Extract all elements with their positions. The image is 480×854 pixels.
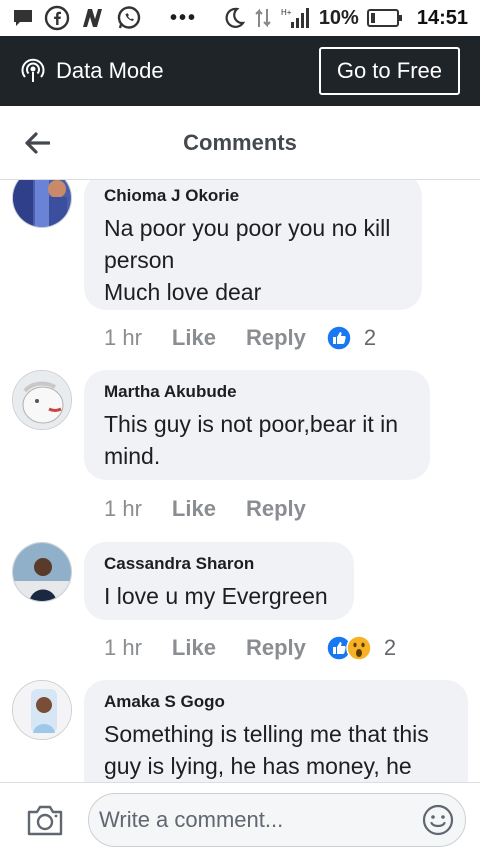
do-not-disturb-moon-icon bbox=[223, 7, 245, 29]
status-bar: ••• H+ 10% 14:51 bbox=[0, 0, 480, 36]
back-arrow-icon bbox=[25, 132, 50, 154]
whatsapp-notification-icon bbox=[116, 5, 142, 31]
go-to-free-button[interactable]: Go to Free bbox=[318, 47, 460, 95]
reaction-summary[interactable] bbox=[326, 325, 352, 351]
comment-timestamp[interactable]: 1 hr bbox=[104, 325, 142, 351]
emoji-icon[interactable] bbox=[421, 803, 455, 837]
comment-bubble[interactable]: Martha Akubude This guy is not poor,bear… bbox=[84, 370, 430, 480]
back-button[interactable] bbox=[22, 128, 52, 158]
comment-actions: 1 hr Like Reply 2 bbox=[104, 325, 376, 351]
avatar[interactable] bbox=[12, 370, 72, 430]
comment-bubble[interactable]: Cassandra Sharon I love u my Evergreen bbox=[84, 542, 354, 620]
news-notification-icon bbox=[80, 6, 106, 30]
comment-bubble[interactable]: Amaka S Gogo Something is telling me tha… bbox=[84, 680, 468, 782]
comment-text: I love u my Evergreen bbox=[104, 583, 328, 609]
data-mode-label: Data Mode bbox=[56, 58, 164, 83]
clock: 14:51 bbox=[416, 6, 468, 29]
comment-actions: 1 hr Like Reply 2 bbox=[104, 635, 396, 661]
broadcast-icon bbox=[20, 58, 46, 84]
signal-strength-icon: H+ bbox=[281, 7, 311, 29]
chat-notification-icon bbox=[12, 8, 34, 28]
comment-author[interactable]: Chioma J Okorie bbox=[104, 186, 402, 206]
reply-button[interactable]: Reply bbox=[246, 635, 306, 661]
battery-percentage: 10% bbox=[318, 6, 359, 29]
avatar[interactable] bbox=[12, 542, 72, 602]
page-title: Comments bbox=[183, 129, 297, 155]
data-mode-indicator: Data Mode bbox=[20, 58, 164, 84]
comment-timestamp[interactable]: 1 hr bbox=[104, 496, 142, 522]
facebook-notification-icon bbox=[44, 5, 70, 31]
svg-text:H+: H+ bbox=[281, 8, 292, 17]
data-mode-bar: Data Mode Go to Free bbox=[0, 36, 480, 106]
comment-author[interactable]: Cassandra Sharon bbox=[104, 554, 334, 574]
comment-composer bbox=[0, 782, 480, 854]
battery-icon bbox=[366, 8, 403, 28]
comment-text: This guy is not poor,bear it in bbox=[104, 411, 399, 437]
comment-input-box[interactable] bbox=[88, 793, 466, 847]
data-transfer-icon bbox=[253, 7, 273, 29]
more-notifications-icon: ••• bbox=[170, 6, 198, 29]
reply-button[interactable]: Reply bbox=[246, 325, 306, 351]
wow-reaction-icon bbox=[346, 635, 372, 661]
avatar[interactable] bbox=[12, 680, 72, 740]
comment-text: Na poor you poor you no kill bbox=[104, 215, 391, 241]
comment-author[interactable]: Amaka S Gogo bbox=[104, 692, 448, 712]
comment-actions: 1 hr Like Reply bbox=[104, 496, 326, 522]
like-reaction-icon bbox=[326, 325, 352, 351]
comment-text: person bbox=[104, 247, 175, 273]
reaction-count[interactable]: 2 bbox=[384, 635, 396, 661]
comment-text: Something is telling me that this bbox=[104, 721, 429, 747]
camera-button[interactable] bbox=[26, 803, 64, 837]
reply-button[interactable]: Reply bbox=[246, 496, 306, 522]
like-button[interactable]: Like bbox=[172, 635, 216, 661]
avatar[interactable] bbox=[12, 180, 72, 228]
reaction-count[interactable]: 2 bbox=[364, 325, 376, 351]
reaction-summary[interactable] bbox=[326, 635, 372, 661]
comments-list[interactable]: Chioma J Okorie Na poor you poor you no … bbox=[0, 180, 480, 782]
comment-bubble[interactable]: Chioma J Okorie Na poor you poor you no … bbox=[84, 180, 422, 310]
comment-timestamp[interactable]: 1 hr bbox=[104, 635, 142, 661]
comment-text: Much love dear bbox=[104, 279, 262, 305]
comment-author[interactable]: Martha Akubude bbox=[104, 382, 410, 402]
comment-text: mind. bbox=[104, 443, 161, 469]
like-button[interactable]: Like bbox=[172, 325, 216, 351]
comment-input[interactable] bbox=[99, 807, 421, 833]
comment-text: guy is lying, he has money, he bbox=[104, 753, 412, 779]
comments-header: Comments bbox=[0, 106, 480, 180]
like-button[interactable]: Like bbox=[172, 496, 216, 522]
camera-icon bbox=[27, 805, 63, 836]
